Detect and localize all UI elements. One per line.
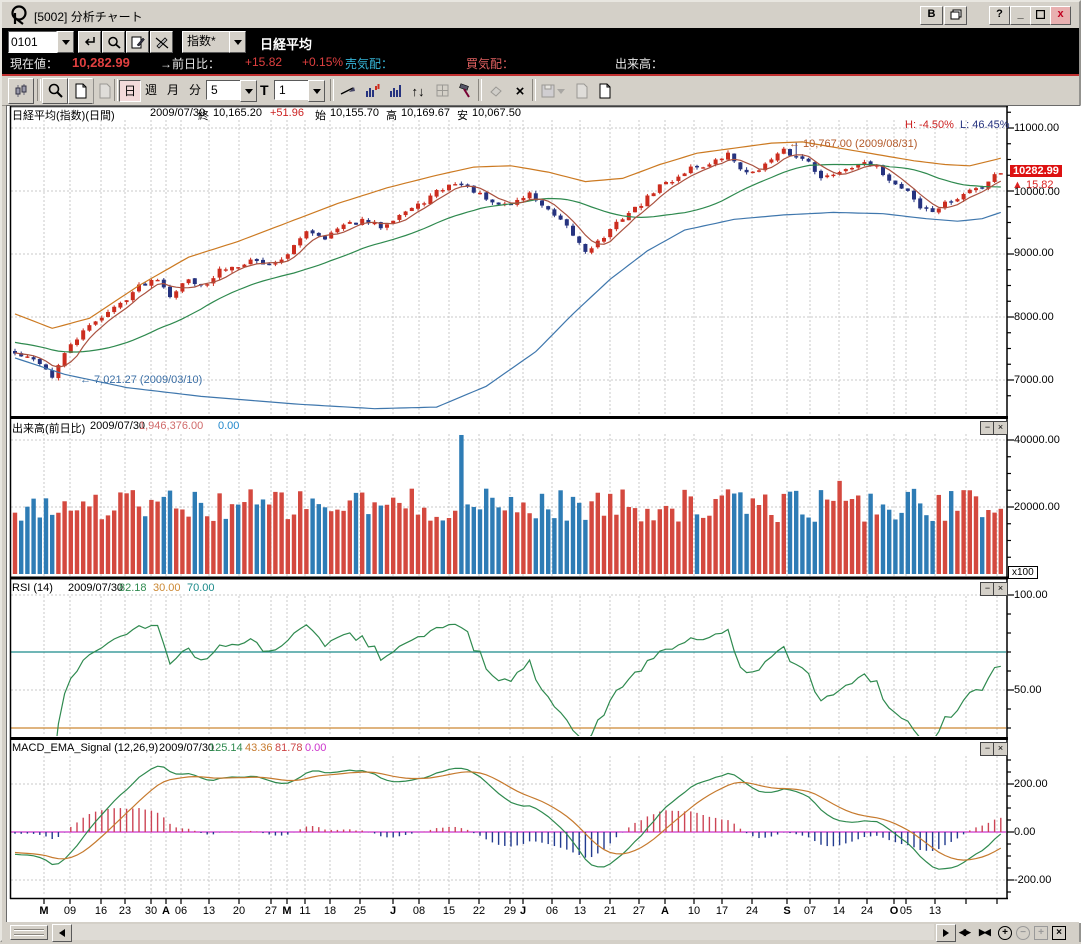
compare-chart-icon[interactable]	[8, 78, 34, 104]
maximize-button[interactable]	[1030, 6, 1051, 25]
toolbar-separator	[330, 79, 334, 101]
expand-range-icon[interactable]: ◀▶	[959, 925, 969, 940]
app-logo-icon	[9, 5, 29, 30]
prev-diff-label: →前日比：	[160, 55, 220, 71]
copy-window-button[interactable]	[944, 6, 967, 25]
delete-x-icon[interactable]: ×	[507, 78, 533, 104]
search-icon[interactable]	[102, 31, 125, 53]
symbol-code-dropdown-button[interactable]	[57, 31, 74, 53]
market-type-dropdown-button[interactable]	[229, 31, 246, 53]
bid-label: 買気配：	[466, 55, 514, 71]
scroll-right-button[interactable]	[936, 924, 956, 942]
shrink-range-icon[interactable]: ▶◀	[979, 925, 989, 940]
memo-doc-icon[interactable]	[68, 78, 94, 104]
eraser-icon	[483, 78, 509, 104]
bottom-scroll-bar: ◀▶ ▶◀ + − + ×	[2, 922, 1079, 942]
toolbar-separator	[37, 79, 41, 101]
ask-label: 売気配：	[345, 55, 393, 71]
instrument-name: 日経平均	[260, 34, 312, 54]
grid-window-icon: +	[1034, 925, 1048, 940]
minimize-button[interactable]: _	[1010, 6, 1031, 25]
market-type-select[interactable]: 指数*	[182, 31, 234, 53]
period-day-toggle[interactable]: 日	[119, 80, 141, 102]
minute-interval-select[interactable]: 5	[206, 80, 244, 100]
zoom-out-icon: −	[1016, 925, 1030, 940]
help-button[interactable]: ?	[989, 6, 1010, 25]
close-button[interactable]: x	[1050, 6, 1071, 25]
period-minute-toggle[interactable]: 分	[185, 80, 205, 100]
doc-print-icon[interactable]	[592, 78, 618, 104]
bar-width-select[interactable]: 1	[274, 80, 312, 100]
chart-toolbar: 日 週 月 分 5 T 1 ↑↓ ×	[2, 76, 1079, 106]
volume-label: 出来高：	[615, 55, 663, 71]
period-month-toggle[interactable]: 月	[163, 80, 183, 100]
period-week-toggle[interactable]: 週	[141, 80, 161, 100]
title-bar: [5002] 分析チャート B ? _ x	[2, 2, 1079, 28]
toolbar-separator	[114, 79, 118, 101]
toolbar-separator	[532, 79, 536, 101]
bar-width-dropdown-button[interactable]	[308, 80, 325, 102]
scroll-left-button[interactable]	[52, 924, 72, 942]
current-price-label: 現在値：	[10, 55, 58, 71]
trendline-tool-icon[interactable]	[335, 78, 361, 104]
app-window: { "window": { "title": "[5002] 分析チャート", …	[0, 0, 1081, 942]
pen-clear-icon[interactable]	[150, 31, 173, 53]
zoom-in-icon[interactable]: +	[998, 925, 1012, 940]
settings-hammer-icon[interactable]	[452, 78, 478, 104]
b-button[interactable]: B	[920, 6, 943, 25]
change-value: +15.82	[245, 55, 282, 71]
enter-button[interactable]	[78, 31, 101, 53]
scroll-track[interactable]	[72, 924, 934, 940]
register-edit-icon[interactable]	[126, 31, 149, 53]
chart-plot-area[interactable]	[10, 106, 1008, 921]
change-percent: +0.15%	[302, 55, 343, 71]
symbol-code-input[interactable]	[9, 34, 53, 50]
save-chart-icon	[537, 78, 569, 104]
bar-chart-red-blue-icon[interactable]	[359, 78, 385, 104]
t-label: T	[260, 82, 269, 98]
close-chart-icon[interactable]: ×	[1052, 925, 1066, 940]
current-price-value: 10,282.99	[72, 55, 130, 71]
scroll-grip[interactable]	[10, 925, 48, 940]
updown-arrows-icon[interactable]: ↑↓	[405, 78, 431, 104]
symbol-code-combo[interactable]	[8, 31, 57, 53]
zoom-tool-icon[interactable]	[42, 78, 68, 104]
toolbar-separator	[478, 79, 482, 101]
quote-bar: 指数* 日経平均 現在値： 10,282.99 →前日比： +15.82 +0.…	[2, 28, 1079, 76]
minute-interval-dropdown-button[interactable]	[240, 80, 257, 102]
window-title: [5002] 分析チャート	[34, 8, 143, 25]
